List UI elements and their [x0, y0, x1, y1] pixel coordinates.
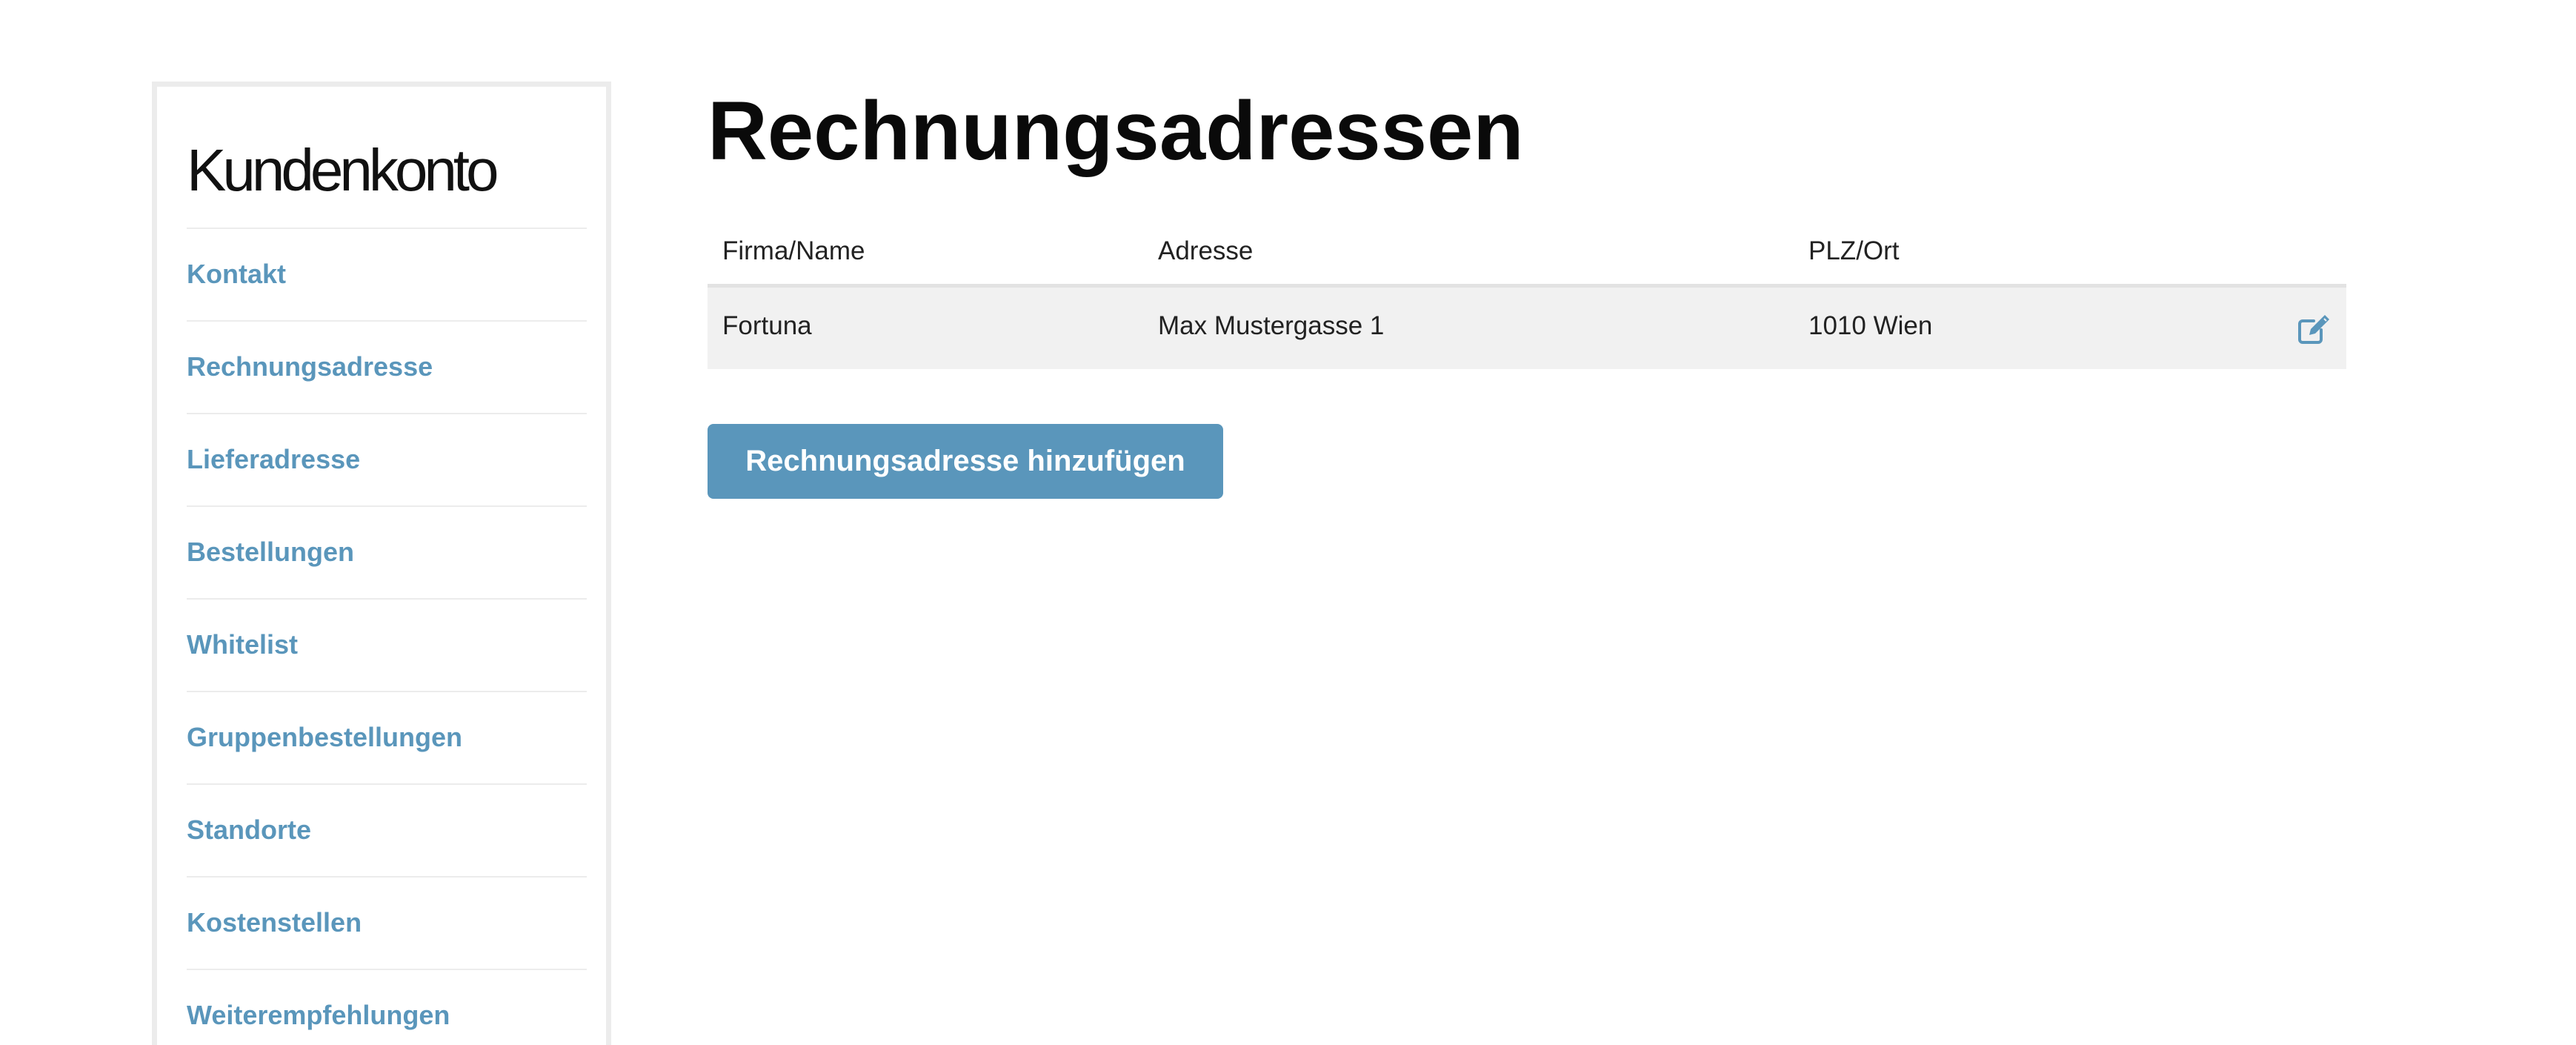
sidebar-item-rechnungsadresse[interactable]: Rechnungsadresse: [187, 320, 587, 413]
sidebar-item-whitelist[interactable]: Whitelist: [187, 598, 587, 691]
column-header-city: PLZ/Ort: [1794, 219, 2253, 288]
sidebar-title: Kundenkonto: [187, 137, 499, 203]
add-billing-address-button[interactable]: Rechnungsadresse hinzufügen: [708, 424, 1223, 499]
edit-icon[interactable]: [2296, 310, 2333, 347]
account-sidebar: Kundenkonto Kontakt Rechnungsadresse Lie…: [152, 82, 611, 1045]
page-title: Rechnungsadressen: [708, 84, 1524, 177]
sidebar-item-weiterempfehlungen[interactable]: Weiterempfehlungen: [187, 969, 587, 1045]
cell-name: Fortuna: [708, 285, 1143, 369]
sidebar-item-kontakt[interactable]: Kontakt: [187, 228, 587, 320]
billing-address-table: Firma/Name Adresse PLZ/Ort Fortuna Max M…: [708, 219, 2346, 369]
sidebar-item-gruppenbestellungen[interactable]: Gruppenbestellungen: [187, 691, 587, 783]
table-header-row: Firma/Name Adresse PLZ/Ort: [708, 219, 2346, 288]
column-header-name: Firma/Name: [708, 219, 1143, 288]
sidebar-item-bestellungen[interactable]: Bestellungen: [187, 505, 587, 598]
sidebar-item-lieferadresse[interactable]: Lieferadresse: [187, 413, 587, 505]
column-header-action: [2253, 219, 2346, 288]
table-row: Fortuna Max Mustergasse 1 1010 Wien: [708, 285, 2346, 369]
column-header-address: Adresse: [1143, 219, 1794, 288]
cell-city: 1010 Wien: [1794, 285, 2253, 369]
cell-address: Max Mustergasse 1: [1143, 285, 1794, 369]
cell-action: [2253, 285, 2346, 369]
page: Kundenkonto Kontakt Rechnungsadresse Lie…: [0, 0, 2576, 1045]
sidebar-item-kostenstellen[interactable]: Kostenstellen: [187, 876, 587, 969]
sidebar-item-standorte[interactable]: Standorte: [187, 783, 587, 876]
account-nav: Kontakt Rechnungsadresse Lieferadresse B…: [187, 228, 587, 1045]
